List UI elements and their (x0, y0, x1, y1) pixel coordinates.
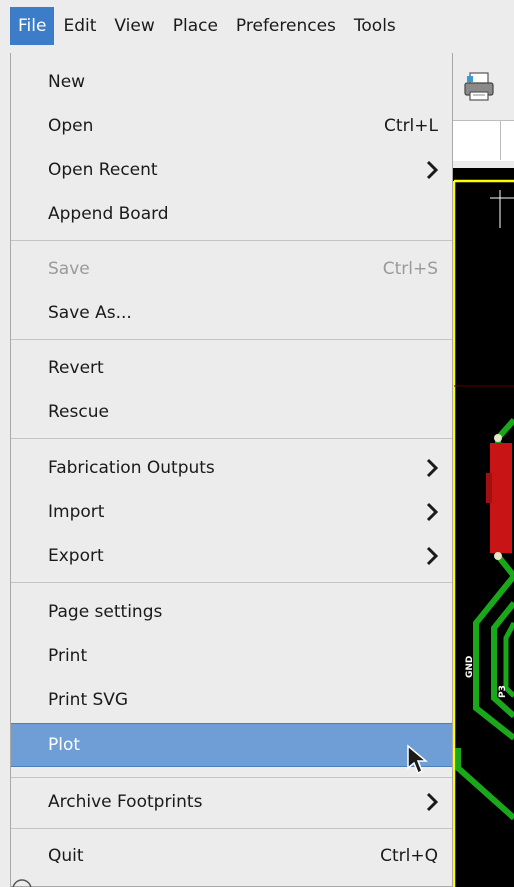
menu-item-label: Import (48, 502, 105, 522)
menu-item-revert[interactable]: Revert (11, 346, 452, 390)
toolbar-divider (500, 120, 501, 160)
menu-bar: File Edit View Place Preferences Tools (0, 0, 514, 52)
shortcut-label: Ctrl+Q (380, 846, 438, 866)
menu-item-save: Save Ctrl+S (11, 247, 452, 291)
chevron-right-icon (426, 458, 439, 478)
menu-item-export[interactable]: Export (11, 534, 452, 578)
menu-file[interactable]: File (10, 7, 55, 45)
menu-item-open-recent[interactable]: Open Recent (11, 148, 452, 192)
menu-item-import[interactable]: Import (11, 490, 452, 534)
menu-item-label: Append Board (48, 204, 169, 224)
menu-item-label: Revert (48, 358, 104, 378)
mouse-cursor-icon (407, 744, 428, 775)
menu-item-print[interactable]: Print (11, 634, 452, 678)
menu-item-page-settings[interactable]: Page settings (11, 590, 452, 634)
menu-item-label: Open (48, 116, 94, 136)
toolbar-combo-box[interactable] (450, 120, 514, 161)
menu-item-label: Quit (48, 846, 84, 866)
pad-edge (486, 473, 492, 503)
chevron-right-icon (426, 792, 439, 812)
menu-item-label: Plot (48, 735, 81, 755)
chevron-right-icon (426, 502, 439, 522)
menu-item-label: Save As... (48, 303, 132, 323)
menu-view[interactable]: View (105, 7, 163, 45)
menu-item-label: Page settings (48, 602, 163, 622)
menu-item-label: Rescue (48, 402, 109, 422)
net-label-gnd: GND (465, 656, 475, 678)
menu-separator (11, 339, 452, 340)
menu-item-save-as[interactable]: Save As... (11, 291, 452, 335)
print-icon[interactable] (462, 72, 496, 102)
menu-item-label: Print (48, 646, 88, 666)
via-top (494, 434, 502, 442)
menu-item-fabrication-outputs[interactable]: Fabrication Outputs (11, 446, 452, 490)
menu-item-print-svg[interactable]: Print SVG (11, 678, 452, 722)
shortcut-label: Ctrl+S (382, 259, 438, 279)
chevron-right-icon (426, 160, 439, 180)
menu-item-rescue[interactable]: Rescue (11, 390, 452, 434)
chevron-right-icon (426, 546, 439, 566)
menu-tools[interactable]: Tools (345, 7, 405, 45)
menu-item-open[interactable]: Open Ctrl+L (11, 104, 452, 148)
menu-item-plot[interactable]: Plot (11, 723, 452, 767)
menu-item-label: Open Recent (48, 160, 158, 180)
menu-separator (11, 777, 452, 778)
menu-separator (11, 828, 452, 829)
menu-preferences[interactable]: Preferences (227, 7, 345, 45)
via-bottom (494, 552, 502, 560)
menu-item-label: Print SVG (48, 690, 129, 710)
menu-separator (11, 582, 452, 583)
menu-edit[interactable]: Edit (54, 7, 105, 45)
menu-item-label: Save (48, 259, 90, 279)
file-menu-dropdown: New Open Ctrl+L Open Recent Append Board … (10, 53, 453, 887)
menu-item-label: Export (48, 546, 104, 566)
menu-item-label: New (48, 72, 86, 92)
menu-item-quit[interactable]: Quit Ctrl+Q (11, 834, 452, 878)
toolbar-partial-icon (12, 879, 32, 887)
menu-place[interactable]: Place (164, 7, 227, 45)
net-label-p3: P3 (498, 685, 508, 698)
pad (490, 443, 512, 553)
menu-item-new[interactable]: New (11, 60, 452, 104)
menu-item-archive-footprints[interactable]: Archive Footprints (11, 780, 452, 824)
menu-item-label: Fabrication Outputs (48, 458, 215, 478)
shortcut-label: Ctrl+L (384, 116, 438, 136)
pcb-canvas[interactable]: GND P3 (450, 168, 514, 887)
menu-item-append-board[interactable]: Append Board (11, 192, 452, 236)
menu-separator (11, 438, 452, 439)
menu-separator (11, 240, 452, 241)
menu-item-label: Archive Footprints (48, 792, 203, 812)
